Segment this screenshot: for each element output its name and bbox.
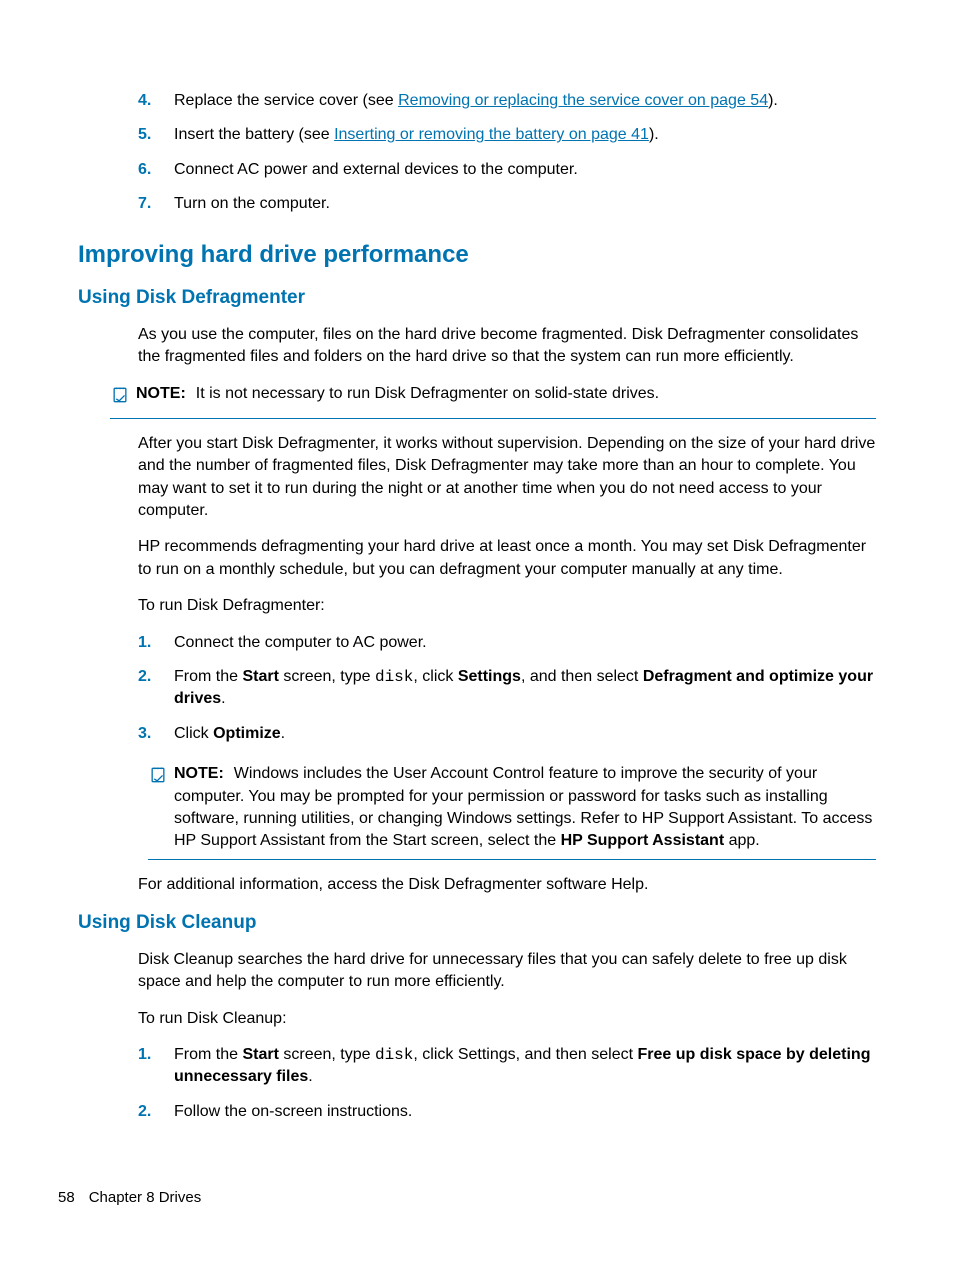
list-number: 2. xyxy=(138,666,174,711)
note-body: NOTE: It is not necessary to run Disk Def… xyxy=(136,383,876,412)
list-item: 1. Connect the computer to AC power. xyxy=(138,632,876,654)
list-number: 6. xyxy=(138,159,174,181)
note-icon xyxy=(110,385,136,412)
page-footer: 58 Chapter 8 Drives xyxy=(58,1187,201,1208)
list-number: 1. xyxy=(138,1044,174,1089)
list-text: Turn on the computer. xyxy=(174,193,876,215)
chapter-label: Chapter 8 Drives xyxy=(89,1189,202,1206)
note-icon xyxy=(148,765,174,853)
list-number: 4. xyxy=(138,90,174,112)
paragraph: For additional information, access the D… xyxy=(138,874,876,896)
list-item: 7. Turn on the computer. xyxy=(138,193,876,215)
paragraph: To run Disk Cleanup: xyxy=(138,1008,876,1030)
paragraph: To run Disk Defragmenter: xyxy=(138,595,876,617)
paragraph: As you use the computer, files on the ha… xyxy=(138,324,876,369)
list-text: Replace the service cover (see Removing … xyxy=(174,90,876,112)
list-text: Insert the battery (see Inserting or rem… xyxy=(174,124,876,146)
list-item: 6. Connect AC power and external devices… xyxy=(138,159,876,181)
list-text: Connect AC power and external devices to… xyxy=(174,159,876,181)
list-item: 5. Insert the battery (see Inserting or … xyxy=(138,124,876,146)
list-item: 3. Click Optimize. xyxy=(138,723,876,745)
list-number: 2. xyxy=(138,1101,174,1123)
link-service-cover[interactable]: Removing or replacing the service cover … xyxy=(398,92,768,109)
cleanup-steps-list: 1. From the Start screen, type disk, cli… xyxy=(138,1044,876,1123)
document-page: 4. Replace the service cover (see Removi… xyxy=(0,0,954,1270)
note-block: NOTE:Windows includes the User Account C… xyxy=(148,763,876,860)
list-text: Follow the on-screen instructions. xyxy=(174,1101,876,1123)
content-area: 4. Replace the service cover (see Removi… xyxy=(138,90,876,1123)
list-number: 7. xyxy=(138,193,174,215)
list-item: 1. From the Start screen, type disk, cli… xyxy=(138,1044,876,1089)
list-item: 2. From the Start screen, type disk, cli… xyxy=(138,666,876,711)
paragraph: Disk Cleanup searches the hard drive for… xyxy=(138,949,876,994)
list-number: 1. xyxy=(138,632,174,654)
subsection-heading-defragmenter: Using Disk Defragmenter xyxy=(78,285,876,312)
list-number: 3. xyxy=(138,723,174,745)
list-text: Connect the computer to AC power. xyxy=(174,632,876,654)
section-heading-improving: Improving hard drive performance xyxy=(78,238,876,272)
note-label: NOTE: xyxy=(136,385,186,402)
page-number: 58 xyxy=(58,1189,75,1206)
defrag-steps-list: 1. Connect the computer to AC power. 2. … xyxy=(138,632,876,746)
list-text: From the Start screen, type disk, click … xyxy=(174,666,876,711)
list-item: 2. Follow the on-screen instructions. xyxy=(138,1101,876,1123)
link-battery[interactable]: Inserting or removing the battery on pag… xyxy=(334,126,649,143)
list-text: From the Start screen, type disk, click … xyxy=(174,1044,876,1089)
note-body: NOTE:Windows includes the User Account C… xyxy=(174,763,876,853)
note-block: NOTE: It is not necessary to run Disk Def… xyxy=(110,383,876,419)
subsection-heading-cleanup: Using Disk Cleanup xyxy=(78,910,876,937)
paragraph: HP recommends defragmenting your hard dr… xyxy=(138,536,876,581)
list-text: Click Optimize. xyxy=(174,723,876,745)
note-label: NOTE: xyxy=(174,765,224,782)
list-item: 4. Replace the service cover (see Removi… xyxy=(138,90,876,112)
paragraph: After you start Disk Defragmenter, it wo… xyxy=(138,433,876,523)
note-text: It is not necessary to run Disk Defragme… xyxy=(196,385,659,402)
continued-ordered-list: 4. Replace the service cover (see Removi… xyxy=(138,90,876,216)
list-number: 5. xyxy=(138,124,174,146)
